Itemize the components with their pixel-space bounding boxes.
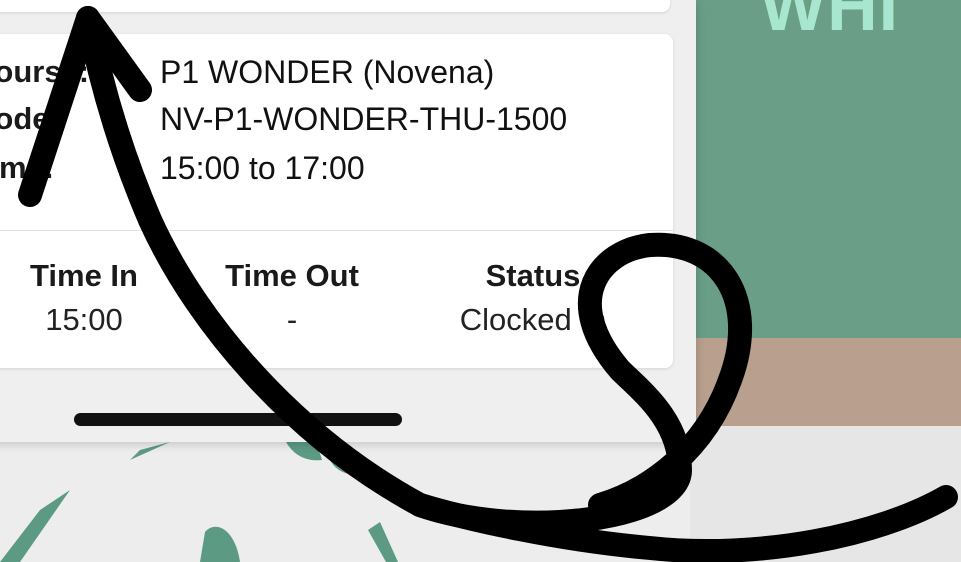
time-label: Time: [0, 150, 55, 185]
leaf-icon [0, 490, 70, 562]
phone-screen: Course: P1 WONDER (Novena) Code: NV-P1-W… [0, 0, 696, 442]
course-value: P1 WONDER (Novena) [160, 54, 495, 90]
leaf-icon [200, 526, 240, 562]
leaf-icon [130, 442, 170, 460]
status-value: Clocked In [459, 302, 607, 337]
code-label: Code: [0, 101, 60, 136]
time-out-header: Time Out [225, 258, 359, 293]
time-in-header: Time In [30, 258, 138, 293]
status-column: Status Clocked In [438, 258, 628, 338]
card-divider [0, 230, 673, 231]
time-row: Time: 15:00 to 17:00 [0, 150, 673, 190]
time-in-value: 15:00 [45, 302, 123, 337]
leaf-icon [330, 455, 362, 475]
course-label: Course: [0, 54, 90, 89]
time-out-column: Time Out - [202, 258, 382, 338]
status-header: Status [485, 258, 581, 293]
time-value: 15:00 to 17:00 [160, 150, 365, 186]
backdrop-headline: WHI [760, 0, 900, 45]
home-indicator[interactable] [74, 413, 402, 426]
tan-backdrop-strip [690, 338, 961, 426]
code-value: NV-P1-WONDER-THU-1500 [160, 101, 568, 137]
previous-card [0, 0, 670, 12]
green-backdrop-panel [690, 0, 961, 338]
light-backdrop-area [690, 426, 961, 562]
code-row: Code: NV-P1-WONDER-THU-1500 [0, 101, 673, 141]
time-out-value: - [286, 302, 298, 337]
course-row: Course: P1 WONDER (Novena) [0, 54, 673, 94]
session-card[interactable]: Course: P1 WONDER (Novena) Code: NV-P1-W… [0, 34, 673, 368]
leaf-icon [368, 522, 398, 562]
time-in-column: Time In 15:00 [10, 258, 158, 338]
